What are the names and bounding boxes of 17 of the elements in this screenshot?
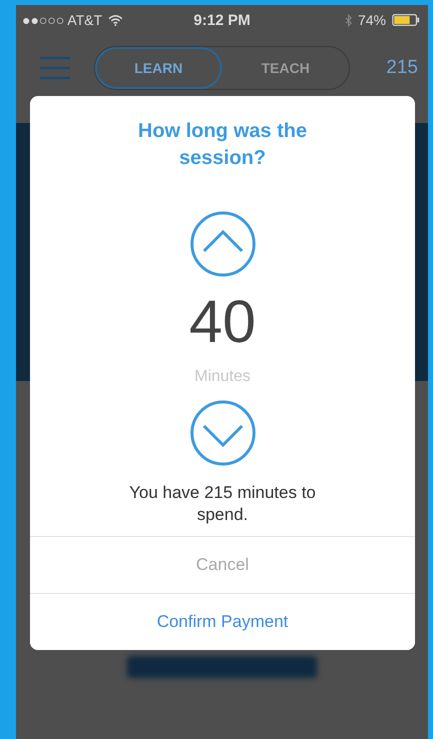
decrease-button[interactable] <box>190 400 256 466</box>
battery-icon <box>392 14 420 26</box>
dialog-title: How long was the session? <box>137 119 308 171</box>
minutes-value: 40 <box>189 290 256 354</box>
minutes-count: 215 <box>386 57 419 79</box>
bluetooth-icon <box>344 14 352 26</box>
confirm-button[interactable]: Confirm Payment <box>30 593 415 650</box>
battery-percent: 74% <box>358 12 386 28</box>
chevron-down-icon <box>190 400 256 466</box>
wifi-icon <box>108 14 124 26</box>
balance-message: You have 215 minutes to spend. <box>128 482 317 526</box>
tab[interactable]: TEACH <box>222 47 349 89</box>
carrier-label: ●●○○○ AT&T <box>22 12 102 28</box>
increase-button[interactable] <box>190 211 256 277</box>
time-label: 9:12 PM <box>194 12 250 28</box>
tab[interactable]: LEARN <box>95 47 222 89</box>
chevron-up-icon <box>190 211 256 277</box>
